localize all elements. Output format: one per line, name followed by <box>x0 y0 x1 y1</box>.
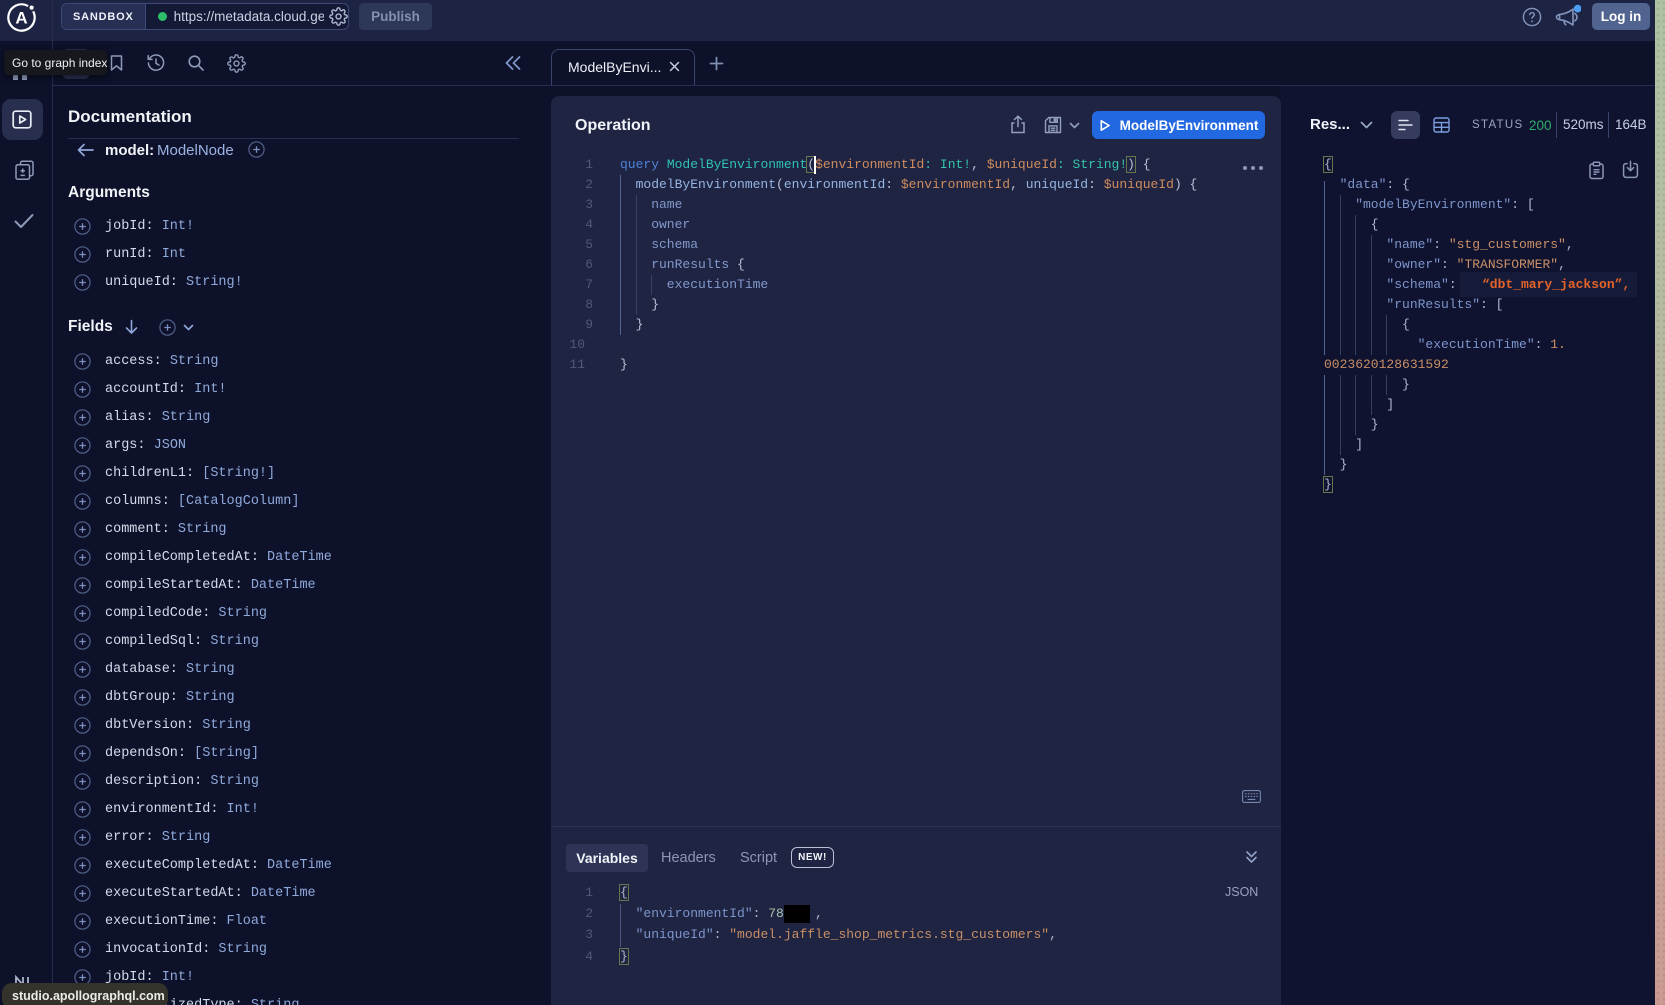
svg-text:A: A <box>15 9 27 28</box>
